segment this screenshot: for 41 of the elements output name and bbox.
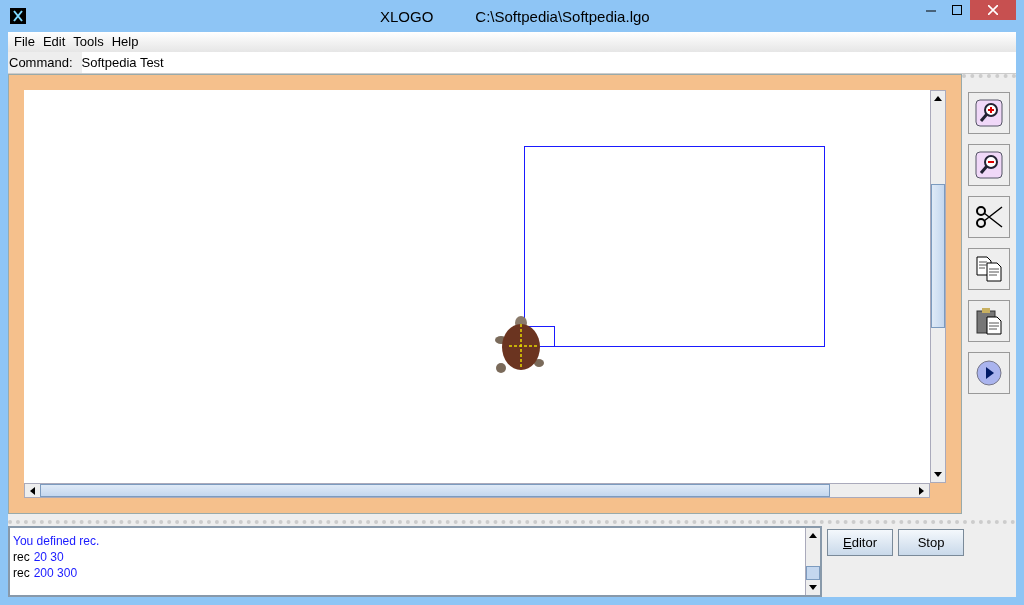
history-command: rec [13,565,30,581]
vertical-scrollbar[interactable] [930,90,946,483]
menu-item[interactable]: Tools [69,32,108,52]
history-message: You defined rec. [13,533,100,549]
menu-item[interactable]: File [10,32,39,52]
scissors-icon [975,203,1003,231]
copy-button[interactable] [968,248,1010,290]
left-arrow-icon [30,486,35,495]
history-argument: 20 30 [33,549,64,565]
menu-item[interactable]: Help [107,32,143,52]
paste-button[interactable] [968,300,1010,342]
down-arrow-icon [934,472,942,477]
paste-icon [975,307,1003,335]
history-scrollbar[interactable] [805,528,820,595]
zoom-out-button[interactable] [968,144,1010,186]
up-arrow-icon [809,533,817,538]
right-arrow-icon [919,486,924,495]
file-path: C:\Softpedia\Softpedia.lgo [475,7,650,27]
menu-item[interactable]: Edit [38,32,70,52]
history-command: rec [13,549,30,565]
turtle-drawing [495,316,544,373]
play-button[interactable] [968,352,1010,394]
down-arrow-icon [809,585,817,590]
app-logo-icon [10,8,26,24]
zoom-in-button[interactable] [968,92,1010,134]
scrollbar-thumb[interactable] [806,566,820,580]
zoom-in-icon [975,99,1003,127]
stop-button[interactable]: Stop [898,529,964,556]
close-icon [988,5,998,15]
horizontal-scrollbar[interactable] [24,483,930,498]
maximize-icon [952,5,962,15]
scissors-button[interactable] [968,196,1010,238]
history-argument: 200 300 [33,565,78,581]
command-field[interactable]: Softpedia Test [81,52,1016,73]
up-arrow-icon [934,96,942,101]
zoom-out-icon [975,151,1003,179]
play-icon [975,359,1003,387]
close-button[interactable] [970,0,1016,20]
window-title: XLOGO [380,7,434,27]
copy-icon [975,255,1003,283]
editor-button[interactable]: Editor [827,529,893,556]
